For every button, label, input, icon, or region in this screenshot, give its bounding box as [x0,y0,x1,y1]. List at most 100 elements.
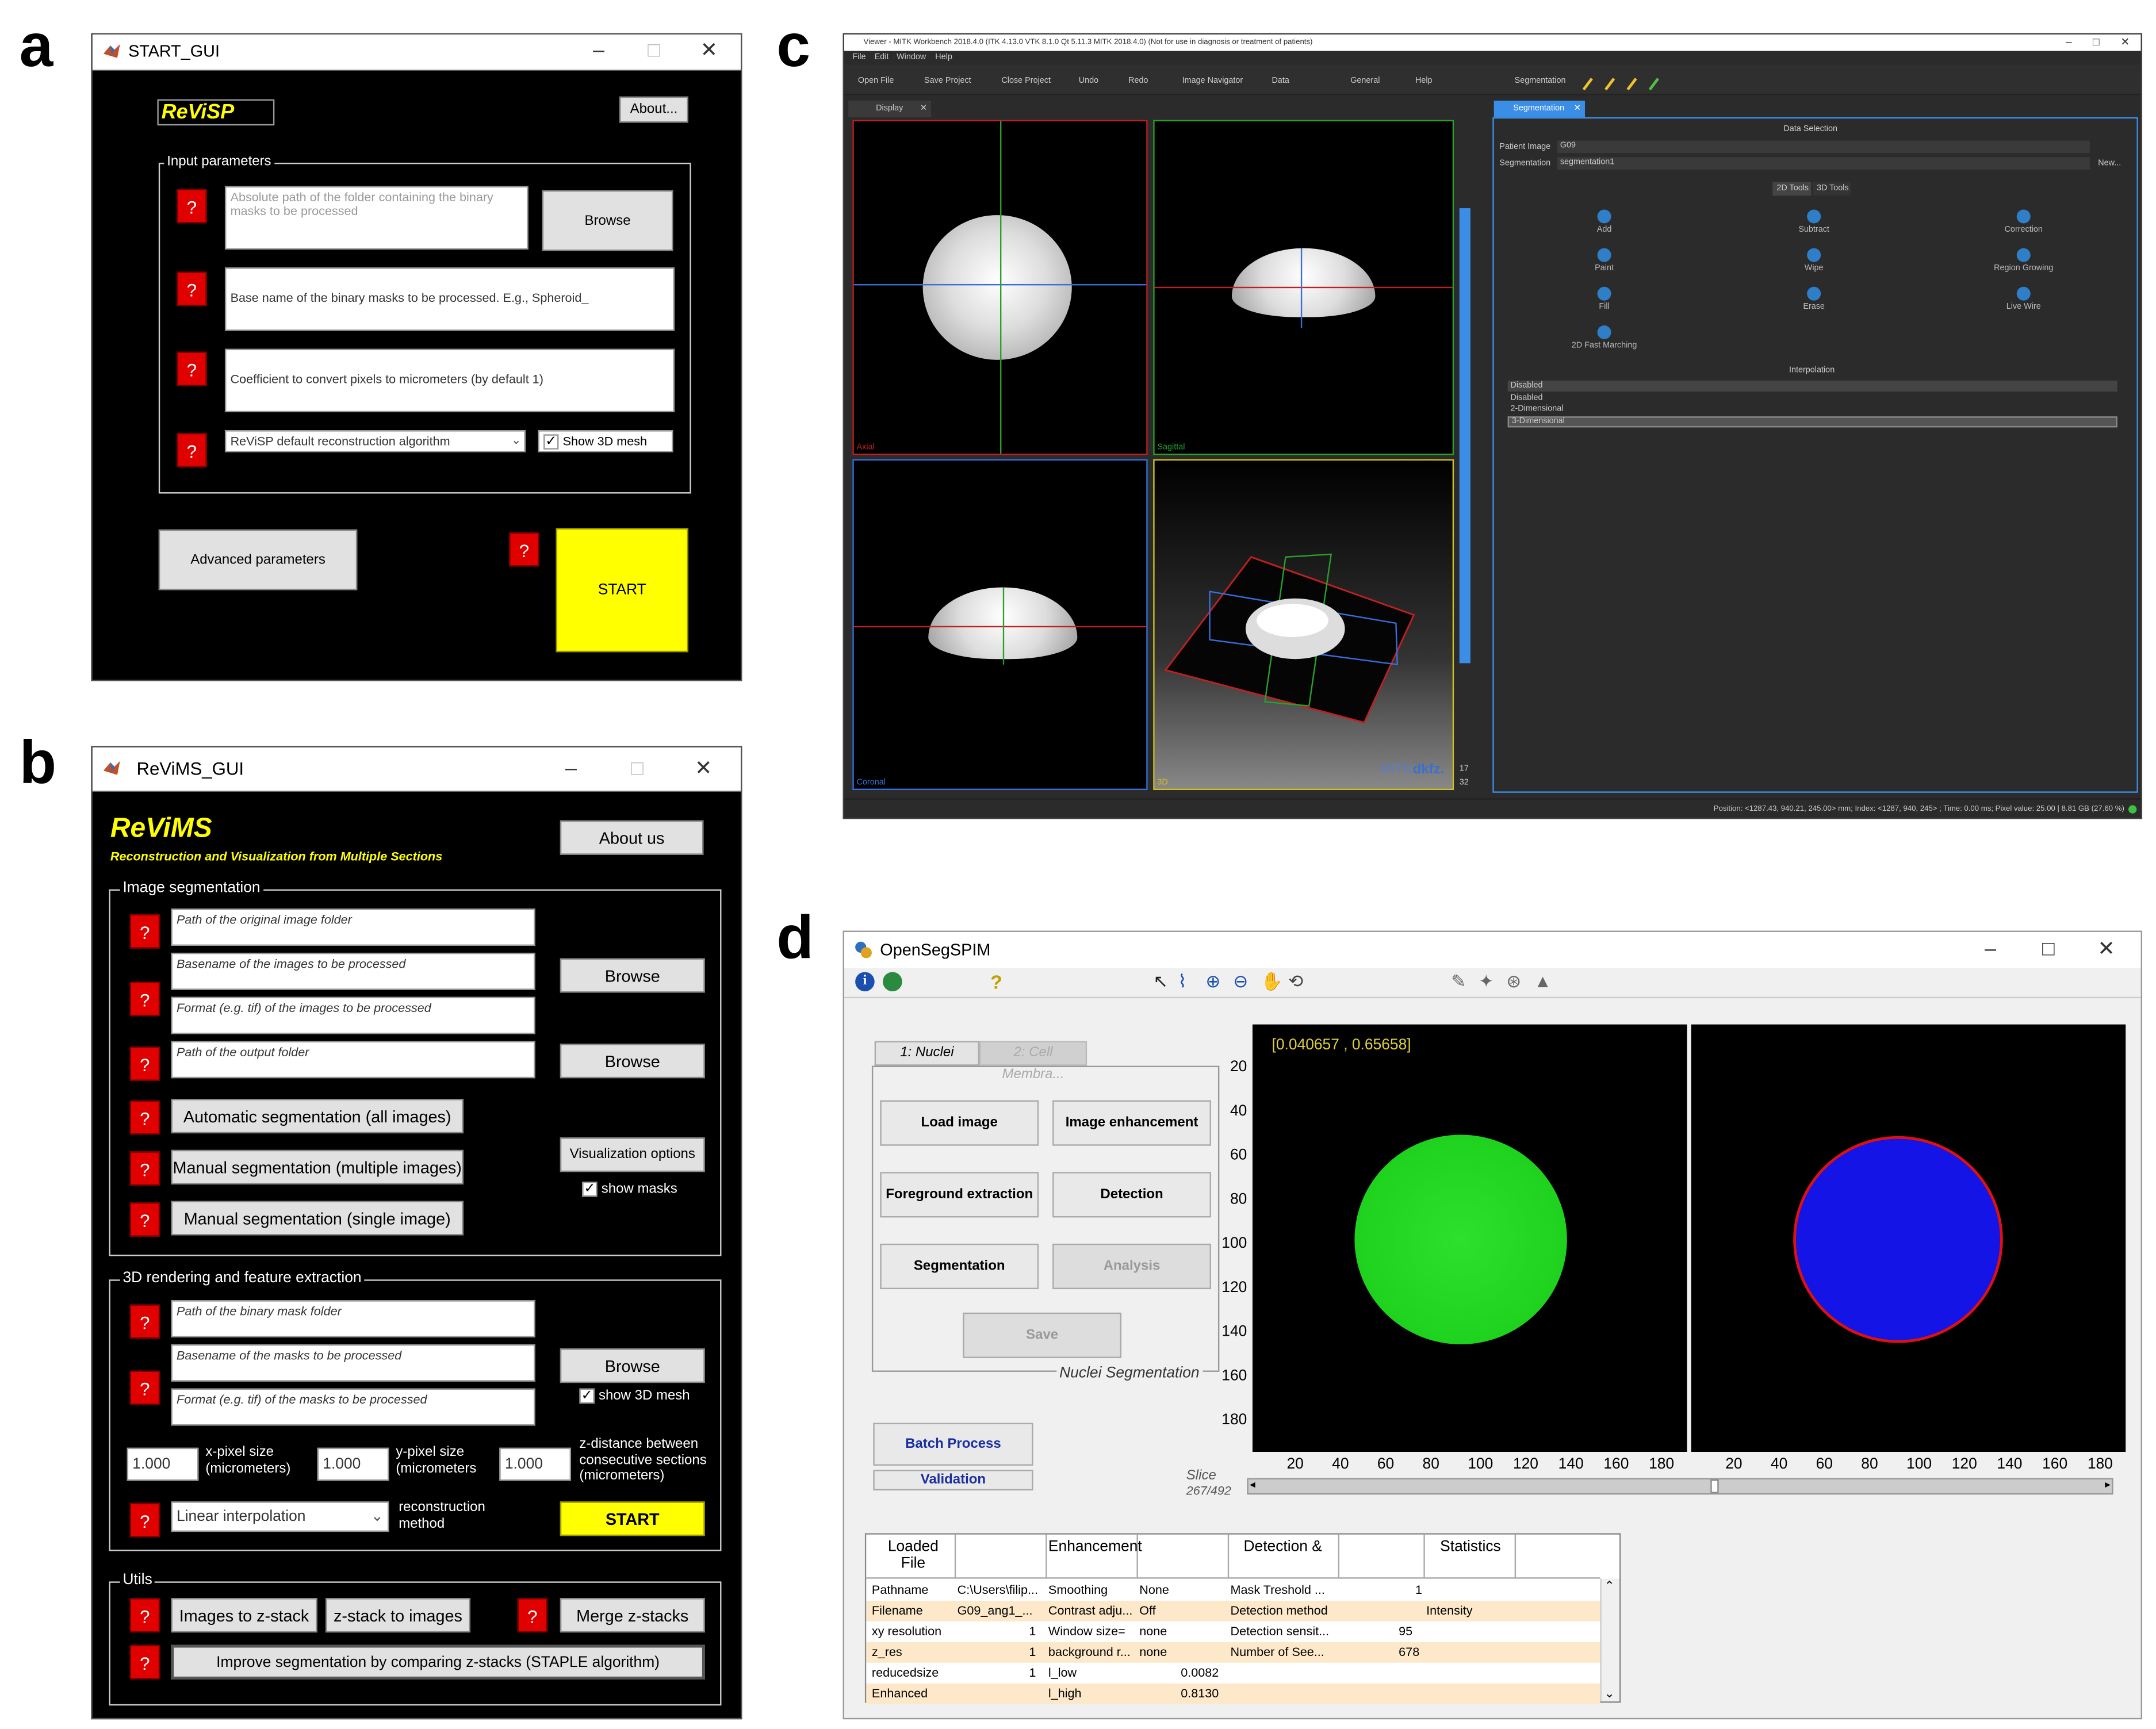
close-tab-icon[interactable]: ✕ [1574,103,1581,113]
help-button-manual-single[interactable]: ? [129,1202,160,1237]
detection-button[interactable]: Detection [1052,1172,1211,1218]
interpolation-select[interactable]: Disabled [1507,380,2117,392]
menu-file[interactable]: File [852,54,866,62]
help-icon[interactable]: ? [990,971,1002,992]
automatic-segmentation-button[interactable]: Automatic segmentation (all images) [171,1099,464,1134]
help-button[interactable]: Help [1415,77,1433,85]
batch-process-button[interactable]: Batch Process [873,1423,1033,1466]
close-tab-icon[interactable]: ✕ [920,103,927,113]
coronal-view[interactable]: Coronal [852,459,1148,790]
help-button-mask-basename[interactable]: ? [129,1370,160,1405]
algorithm-select[interactable]: ReViSP default reconstruction algorithm … [224,430,526,453]
data-button[interactable]: Data [1272,77,1289,85]
close-icon[interactable]: ✕ [2120,36,2130,48]
browse-button-output[interactable]: Browse [560,1044,705,1079]
tool-paint[interactable]: Paint [1549,248,1660,273]
segmentation-tools-icons[interactable] [1581,73,1664,91]
browse-button[interactable]: Browse [542,190,673,251]
nuclei-image-left[interactable]: [0.040657 , 0.65658] [1252,1024,1687,1452]
segmentation-button[interactable]: Segmentation [880,1243,1039,1290]
maximize-icon[interactable]: □ [636,37,672,65]
slice-scrollbar[interactable]: ◂ ▸ [1247,1478,2113,1495]
image-enhancement-button[interactable]: Image enhancement [1052,1100,1211,1146]
show-masks-checkbox[interactable]: ✓ show masks [582,1182,677,1198]
segmentation-button[interactable]: Segmentation [1515,77,1566,85]
chevron-up-icon[interactable]: ⌃ [1604,1579,1615,1594]
improve-segmentation-button[interactable]: Improve segmentation by comparing z-stac… [171,1644,705,1680]
images-to-zstack-button[interactable]: Images to z-stack [171,1598,317,1633]
save-button[interactable]: Save [963,1312,1122,1358]
analysis-button[interactable]: Analysis [1052,1243,1211,1290]
tool-region-growing[interactable]: Region Growing [1969,248,2079,273]
table-row[interactable]: reducedsize 1 l_low 0.0082 [866,1662,1600,1684]
minimize-icon[interactable]: – [581,37,616,65]
chevron-down-icon[interactable]: ⌄ [1604,1686,1615,1701]
segmentation-tab[interactable]: Segmentation ✕ [1494,101,1585,117]
general-button[interactable]: General [1350,77,1380,85]
validation-button[interactable]: Validation [873,1470,1033,1491]
help-button-merge[interactable]: ? [517,1598,548,1633]
nuclei-image-right[interactable] [1691,1024,2126,1452]
show-mesh-checkbox[interactable]: ✓ Show 3D mesh [538,430,673,453]
menu-edit[interactable]: Edit [875,54,889,62]
rotate-3d-icon[interactable]: ⟲ [1288,971,1303,992]
save-project-button[interactable]: Save Project [924,77,971,85]
scroll-left-icon[interactable]: ◂ [1250,1478,1255,1491]
globe-icon[interactable] [883,972,902,992]
tool-correction[interactable]: Correction [1969,209,2079,235]
zstack-to-images-button[interactable]: z-stack to images [325,1598,470,1633]
tool-add[interactable]: Add [1549,209,1660,235]
foreground-extraction-button[interactable]: Foreground extraction [880,1172,1039,1218]
pointer-icon[interactable]: ↖ [1153,971,1168,992]
table-row[interactable]: z_res 1 background r... none Number of See..… [866,1642,1600,1663]
scroll-right-icon[interactable]: ▸ [2105,1478,2111,1491]
mask-folder-input[interactable]: Path of the binary mask folder [171,1300,535,1337]
help-button-coefficient[interactable]: ? [177,351,207,386]
maximize-icon[interactable]: □ [619,756,655,783]
tool-live-wire[interactable]: Live Wire [1969,286,2079,312]
help-button-improve[interactable]: ? [129,1644,160,1680]
mask-format-input[interactable]: Format (e.g. tif) of the masks to be pro… [171,1388,535,1426]
sparkle-icon[interactable]: ✦ [1479,971,1494,992]
manual-segmentation-multiple-button[interactable]: Manual segmentation (multiple images) [171,1149,464,1184]
tool-fill[interactable]: Fill [1549,286,1660,312]
close-icon[interactable]: ✕ [2088,936,2124,964]
mountain-icon[interactable]: ▲ [1534,971,1552,991]
display-tab[interactable]: Display ✕ [848,101,932,117]
output-folder-input[interactable]: Path of the output folder [171,1041,535,1079]
tool-wipe[interactable]: Wipe [1759,248,1869,273]
tab-cell-membrane[interactable]: 2: Cell Membra... [979,1041,1087,1082]
pan-icon[interactable]: ✋ [1261,971,1283,992]
open-file-button[interactable]: Open File [858,77,894,85]
close-icon[interactable]: ✕ [686,756,721,783]
maximize-icon[interactable]: □ [2031,936,2066,964]
start-button[interactable]: START [560,1501,705,1536]
mask-basename-input[interactable]: Basename of the masks to be processed [171,1344,535,1382]
info-icon[interactable]: i [855,972,875,992]
help-button-folder[interactable]: ? [177,189,207,224]
slice-scroll-thumb[interactable] [1710,1479,1719,1493]
method-select[interactable]: Linear interpolation ⌄ [171,1501,389,1532]
basename-input[interactable]: Base name of the binary masks to be proc… [224,267,675,331]
slider-handle[interactable] [1459,208,1470,664]
tool-erase[interactable]: Erase [1759,286,1869,312]
undo-button[interactable]: Undo [1079,77,1098,85]
table-row[interactable]: Filename G09_ang1_... Contrast adju... Off D… [866,1600,1600,1621]
new-button[interactable]: New... [2098,160,2121,168]
slice-slider[interactable] [1459,120,1473,790]
table-row[interactable]: Pathname C:\Users\filip... Smoothing None Ma… [866,1580,1600,1601]
target-icon[interactable]: ⊛ [1506,971,1521,992]
x-pixel-input[interactable]: 1.000 [127,1447,199,1481]
image-format-input[interactable]: Format (e.g. tif) of the images to be pr… [171,996,535,1034]
tool-subtract[interactable]: Subtract [1759,209,1869,235]
segmentation-select[interactable]: segmentation1 [1557,157,2090,170]
redo-button[interactable]: Redo [1128,77,1148,85]
table-scrollbar[interactable]: ⌃ ⌄ [1600,1578,1619,1702]
brush-icon[interactable]: ✎ [1451,971,1466,992]
help-button-image-folder[interactable]: ? [129,914,160,949]
help-button-start[interactable]: ? [509,532,539,567]
interp-option-disabled[interactable]: Disabled [1510,394,1542,402]
y-pixel-input[interactable]: 1.000 [317,1447,389,1481]
3d-view[interactable]: MITKdkfz. 3D [1153,459,1454,790]
patient-image-select[interactable]: G09 [1557,140,2090,154]
